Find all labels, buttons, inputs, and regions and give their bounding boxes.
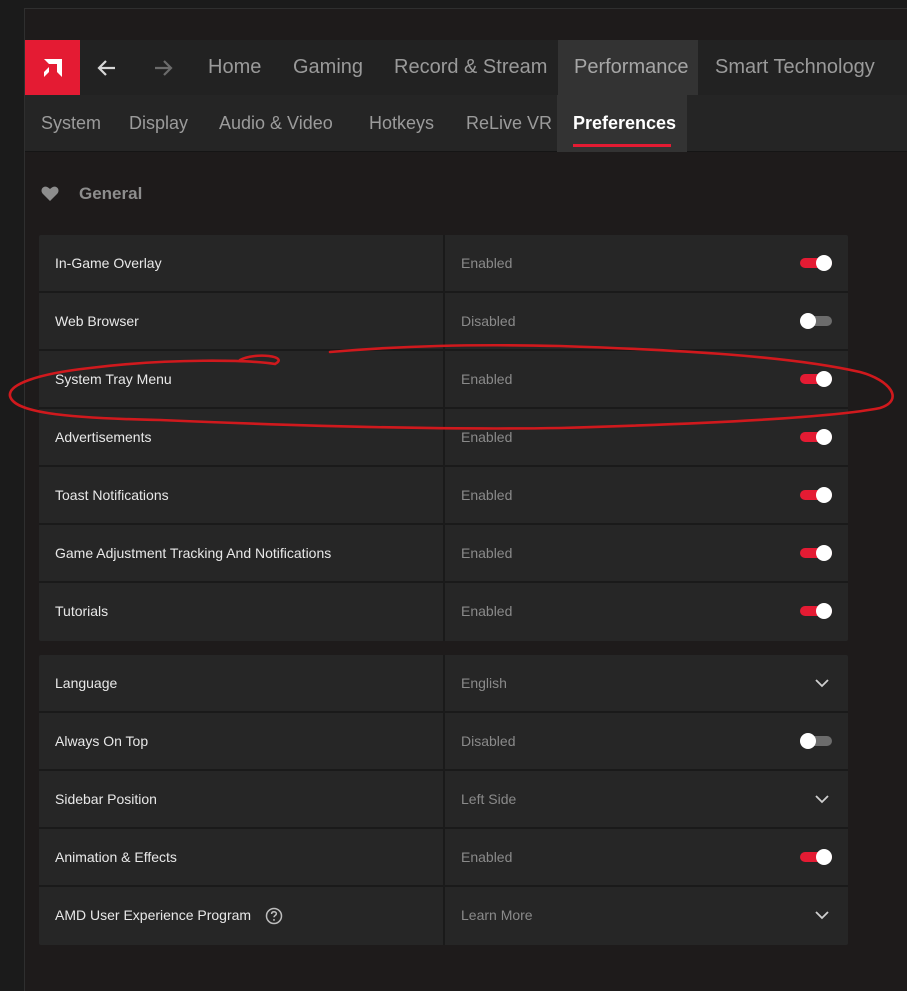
setting-value: Disabled — [461, 313, 516, 329]
setting-label: Web Browser — [55, 313, 139, 329]
subtab-preferences[interactable]: Preferences — [557, 95, 687, 152]
row-divider — [443, 771, 445, 827]
tab-gaming[interactable]: Gaming — [277, 40, 379, 95]
setting-row-in-game-overlay: In-Game Overlay Enabled — [39, 235, 848, 293]
arrow-left-icon — [97, 59, 115, 76]
setting-row-tutorials: Tutorials Enabled — [39, 583, 848, 641]
general-settings-card: In-Game Overlay Enabled Web Browser Disa… — [39, 235, 848, 641]
toggle-knob — [816, 603, 832, 619]
subtab-hotkeys[interactable]: Hotkeys — [353, 95, 450, 152]
row-divider — [443, 829, 445, 885]
chevron-down-icon[interactable] — [814, 675, 830, 691]
toggle-knob — [816, 255, 832, 271]
setting-label: System Tray Menu — [55, 371, 172, 387]
setting-value: Enabled — [461, 429, 513, 445]
subtab-display[interactable]: Display — [113, 95, 204, 152]
toggle-knob — [800, 313, 816, 329]
sub-navigation-bar: System Display Audio & Video Hotkeys ReL… — [25, 95, 907, 152]
web-browser-toggle[interactable] — [800, 313, 832, 329]
toast-notifications-toggle[interactable] — [800, 487, 832, 503]
toggle-knob — [816, 545, 832, 561]
row-divider — [443, 713, 445, 769]
setting-value: Enabled — [461, 255, 513, 271]
row-divider — [443, 235, 445, 291]
setting-label-container: AMD User Experience Program — [55, 887, 283, 943]
game-adjustment-tracking-toggle[interactable] — [800, 545, 832, 561]
subtab-relive-vr[interactable]: ReLive VR — [450, 95, 568, 152]
row-divider — [443, 525, 445, 581]
subtab-audio-video[interactable]: Audio & Video — [203, 95, 349, 152]
setting-label: Tutorials — [55, 603, 109, 619]
tab-smart-technology[interactable]: Smart Technology — [699, 40, 891, 95]
setting-label: In-Game Overlay — [55, 255, 162, 271]
row-divider — [443, 655, 445, 711]
row-divider — [443, 351, 445, 407]
setting-label: Animation & Effects — [55, 849, 177, 865]
top-navigation-bar: Home Gaming Record & Stream Performance … — [25, 40, 907, 95]
tutorials-toggle[interactable] — [800, 603, 832, 619]
setting-row-web-browser: Web Browser Disabled — [39, 293, 848, 351]
setting-row-user-experience-program[interactable]: AMD User Experience Program Learn More — [39, 887, 848, 945]
toggle-knob — [816, 429, 832, 445]
setting-row-toast-notifications: Toast Notifications Enabled — [39, 467, 848, 525]
chevron-down-icon[interactable] — [814, 907, 830, 923]
toggle-knob — [800, 733, 816, 749]
subtab-preferences-label: Preferences — [573, 113, 677, 133]
setting-value: Enabled — [461, 545, 513, 561]
setting-label: AMD User Experience Program — [55, 907, 252, 923]
setting-row-system-tray-menu: System Tray Menu Enabled — [39, 351, 848, 409]
tab-performance[interactable]: Performance — [558, 40, 698, 95]
row-divider — [443, 409, 445, 465]
setting-value: Learn More — [461, 907, 533, 923]
back-button[interactable] — [82, 40, 132, 95]
app-window: Home Gaming Record & Stream Performance … — [24, 8, 907, 991]
setting-label: Sidebar Position — [55, 791, 157, 807]
section-header: General — [41, 179, 142, 209]
other-settings-card: Language English Always On Top Disabled … — [39, 655, 848, 945]
setting-row-game-adjustment-tracking: Game Adjustment Tracking And Notificatio… — [39, 525, 848, 583]
setting-row-language[interactable]: Language English — [39, 655, 848, 713]
setting-value: Disabled — [461, 733, 516, 749]
setting-row-always-on-top: Always On Top Disabled — [39, 713, 848, 771]
setting-label: Toast Notifications — [55, 487, 169, 503]
setting-value: Enabled — [461, 849, 513, 865]
animation-effects-toggle[interactable] — [800, 849, 832, 865]
setting-value: English — [461, 675, 507, 691]
toggle-knob — [816, 849, 832, 865]
setting-label: Game Adjustment Tracking And Notificatio… — [55, 545, 332, 561]
heart-icon — [41, 186, 59, 201]
question-circle-icon[interactable] — [265, 907, 283, 925]
in-game-overlay-toggle[interactable] — [800, 255, 832, 271]
toggle-knob — [816, 487, 832, 503]
setting-label: Always On Top — [55, 733, 149, 749]
active-tab-underline — [573, 144, 671, 147]
setting-label: Language — [55, 675, 118, 691]
section-title: General — [79, 184, 143, 203]
row-divider — [443, 293, 445, 349]
advertisements-toggle[interactable] — [800, 429, 832, 445]
subtab-system[interactable]: System — [25, 95, 117, 152]
arrow-right-icon — [155, 59, 173, 76]
row-divider — [443, 887, 445, 945]
setting-row-animation-effects: Animation & Effects Enabled — [39, 829, 848, 887]
system-tray-menu-toggle[interactable] — [800, 371, 832, 387]
forward-button[interactable] — [138, 40, 188, 95]
always-on-top-toggle[interactable] — [800, 733, 832, 749]
amd-logo-icon — [43, 58, 62, 77]
setting-row-advertisements: Advertisements Enabled — [39, 409, 848, 467]
setting-row-sidebar-position[interactable]: Sidebar Position Left Side — [39, 771, 848, 829]
setting-value: Enabled — [461, 371, 513, 387]
setting-value: Left Side — [461, 791, 517, 807]
amd-logo-icon[interactable] — [25, 40, 80, 95]
tab-record-stream[interactable]: Record & Stream — [378, 40, 563, 95]
setting-value: Enabled — [461, 603, 513, 619]
toggle-knob — [816, 371, 832, 387]
setting-value: Enabled — [461, 487, 513, 503]
row-divider — [443, 583, 445, 641]
chevron-down-icon[interactable] — [814, 791, 830, 807]
row-divider — [443, 467, 445, 523]
tab-home[interactable]: Home — [192, 40, 277, 95]
setting-label: Advertisements — [55, 429, 152, 445]
